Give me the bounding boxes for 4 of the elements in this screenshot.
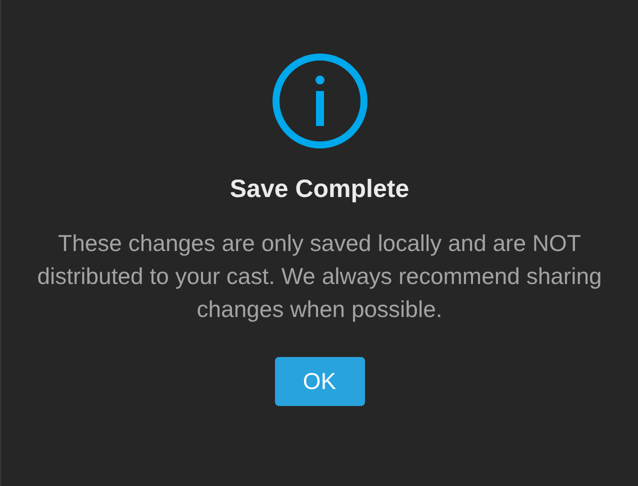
ok-button[interactable]: OK [274,357,364,406]
info-icon [272,53,368,149]
dialog-message: These changes are only saved locally and are NOT distributed to your cast. We always recommend sharing changes when possible. [36,229,603,324]
dialog-title: Save Complete [230,175,410,204]
